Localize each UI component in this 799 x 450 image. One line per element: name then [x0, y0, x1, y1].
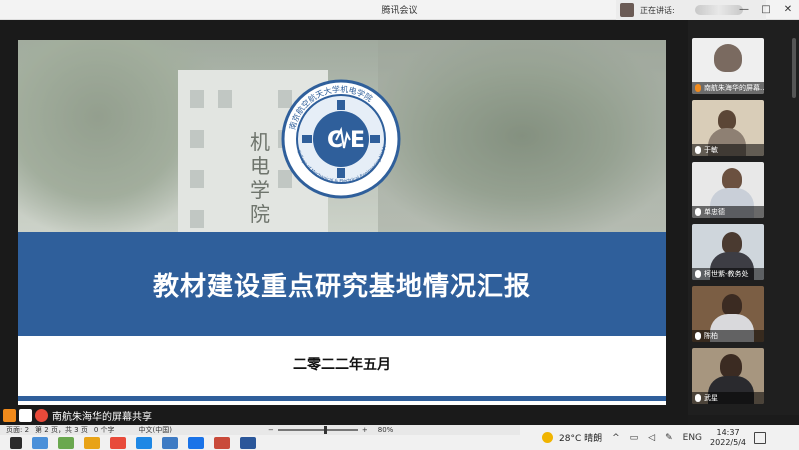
maximize-button[interactable]: □	[755, 0, 777, 20]
search-icon[interactable]	[32, 436, 48, 449]
taskbar-apps	[0, 435, 520, 450]
notification-icon[interactable]	[753, 431, 766, 444]
mail-icon[interactable]	[162, 436, 178, 449]
tray-expand-icon[interactable]: ^	[612, 433, 620, 443]
volume-icon[interactable]: ◁	[648, 433, 655, 443]
participant-name: 陈柏	[704, 332, 718, 340]
start-icon[interactable]	[10, 436, 22, 449]
participant-head	[718, 110, 736, 130]
screen-share-bar[interactable]: 南航朱海华的屏幕共享	[0, 405, 688, 425]
edge-icon[interactable]	[136, 436, 152, 449]
participant-head	[720, 354, 742, 378]
minimize-button[interactable]: —	[733, 0, 755, 20]
participant-head	[722, 232, 742, 254]
participant-name: 于敏	[704, 146, 718, 154]
participant-name-bar: 单忠德	[692, 206, 764, 218]
shared-screen-stage: 机电学院 C E 南京航空航天大学机电学院 College of Mechani…	[0, 20, 688, 405]
screen: 腾讯会议 正在讲话: — □ ✕ 机电学院 C E 南京航空航天大学机电学院 C…	[0, 0, 799, 450]
window-title-bar: 腾讯会议 正在讲话: — □ ✕	[0, 0, 799, 20]
mic-icon	[695, 394, 701, 402]
title-band: 教材建设重点研究基地情况汇报	[18, 232, 666, 336]
weather-text[interactable]: 28°C 晴朗	[559, 431, 602, 444]
svg-text:E: E	[350, 128, 365, 153]
speaking-label: 正在讲话:	[640, 5, 675, 15]
share-label: 南航朱海华的屏幕共享	[52, 411, 152, 423]
mic-icon	[695, 270, 701, 278]
powerpoint-icon[interactable]	[214, 436, 230, 449]
speaker-avatar	[620, 3, 634, 17]
participant-name-bar: 武星	[692, 392, 764, 404]
participant-name-bar: 柯世紫-教务处	[692, 268, 764, 280]
task-view-icon[interactable]	[58, 436, 74, 449]
screen-share-icon	[19, 408, 32, 422]
clock[interactable]: 14:37 2022/5/4	[710, 428, 746, 448]
explorer-icon[interactable]	[84, 436, 100, 449]
window-controls: — □ ✕	[733, 0, 799, 20]
mic-icon	[695, 146, 701, 154]
participant-name: 武星	[704, 394, 718, 402]
close-button[interactable]: ✕	[777, 0, 799, 20]
participant-head	[722, 294, 742, 316]
participant-tile[interactable]: 柯世紫-教务处	[692, 224, 764, 280]
presentation-slide: 机电学院 C E 南京航空航天大学机电学院 College of Mechani…	[18, 40, 666, 405]
slide-title: 教材建设重点研究基地情况汇报	[152, 271, 531, 302]
mic-icon	[695, 208, 701, 216]
participant-name: 单忠德	[704, 208, 725, 216]
participant-name: 南航朱海华的屏幕...	[704, 84, 764, 92]
participant-tile[interactable]: 南航朱海华的屏幕...	[692, 38, 764, 94]
weather-icon	[542, 432, 553, 443]
ime-indicator[interactable]: ENG	[683, 433, 702, 443]
mic-muted-icon	[35, 408, 48, 422]
clock-date: 2022/5/4	[710, 437, 746, 447]
panel-scrollbar[interactable]	[792, 38, 796, 98]
meeting-app-icon[interactable]	[188, 436, 204, 449]
pen-icon[interactable]: ✎	[665, 433, 673, 443]
avatar	[714, 44, 742, 72]
participant-tile[interactable]: 于敏	[692, 100, 764, 156]
participant-name-bar: 南航朱海华的屏幕...	[692, 82, 764, 94]
participant-name-bar: 陈柏	[692, 330, 764, 342]
clock-time: 14:37	[716, 427, 740, 437]
footer-rule	[18, 396, 666, 401]
participant-tile[interactable]: 单忠德	[692, 162, 764, 218]
participant-name: 柯世紫-教务处	[704, 270, 749, 278]
participant-name-bar: 于敏	[692, 144, 764, 156]
participants-panel: 南航朱海华的屏幕... 于敏 单忠德 柯世紫-教务处 陈柏 武星	[688, 20, 799, 415]
mic-icon	[695, 332, 701, 340]
network-icon[interactable]: ▭	[630, 433, 639, 443]
participant-icon	[3, 408, 16, 422]
system-tray: 28°C 晴朗 ^ ▭ ◁ ✎ ENG 14:37 2022/5/4	[520, 425, 799, 450]
taskbar: 28°C 晴朗 ^ ▭ ◁ ✎ ENG 14:37 2022/5/4	[0, 425, 799, 450]
slide-date: 二零二二年五月	[293, 357, 391, 373]
campus-building-photo: 机电学院 C E 南京航空航天大学机电学院 College of Mechani…	[18, 40, 666, 232]
screen-share-icon	[695, 84, 701, 92]
participant-tile[interactable]: 武星	[692, 348, 764, 404]
building-sign: 机电学院	[250, 130, 270, 226]
participant-tile[interactable]: 陈柏	[692, 286, 764, 342]
college-emblem: C E 南京航空航天大学机电学院 College of Mechanical &…	[281, 79, 401, 199]
word-icon[interactable]	[240, 436, 256, 449]
participant-head	[722, 168, 742, 190]
browser-icon[interactable]	[110, 436, 126, 449]
